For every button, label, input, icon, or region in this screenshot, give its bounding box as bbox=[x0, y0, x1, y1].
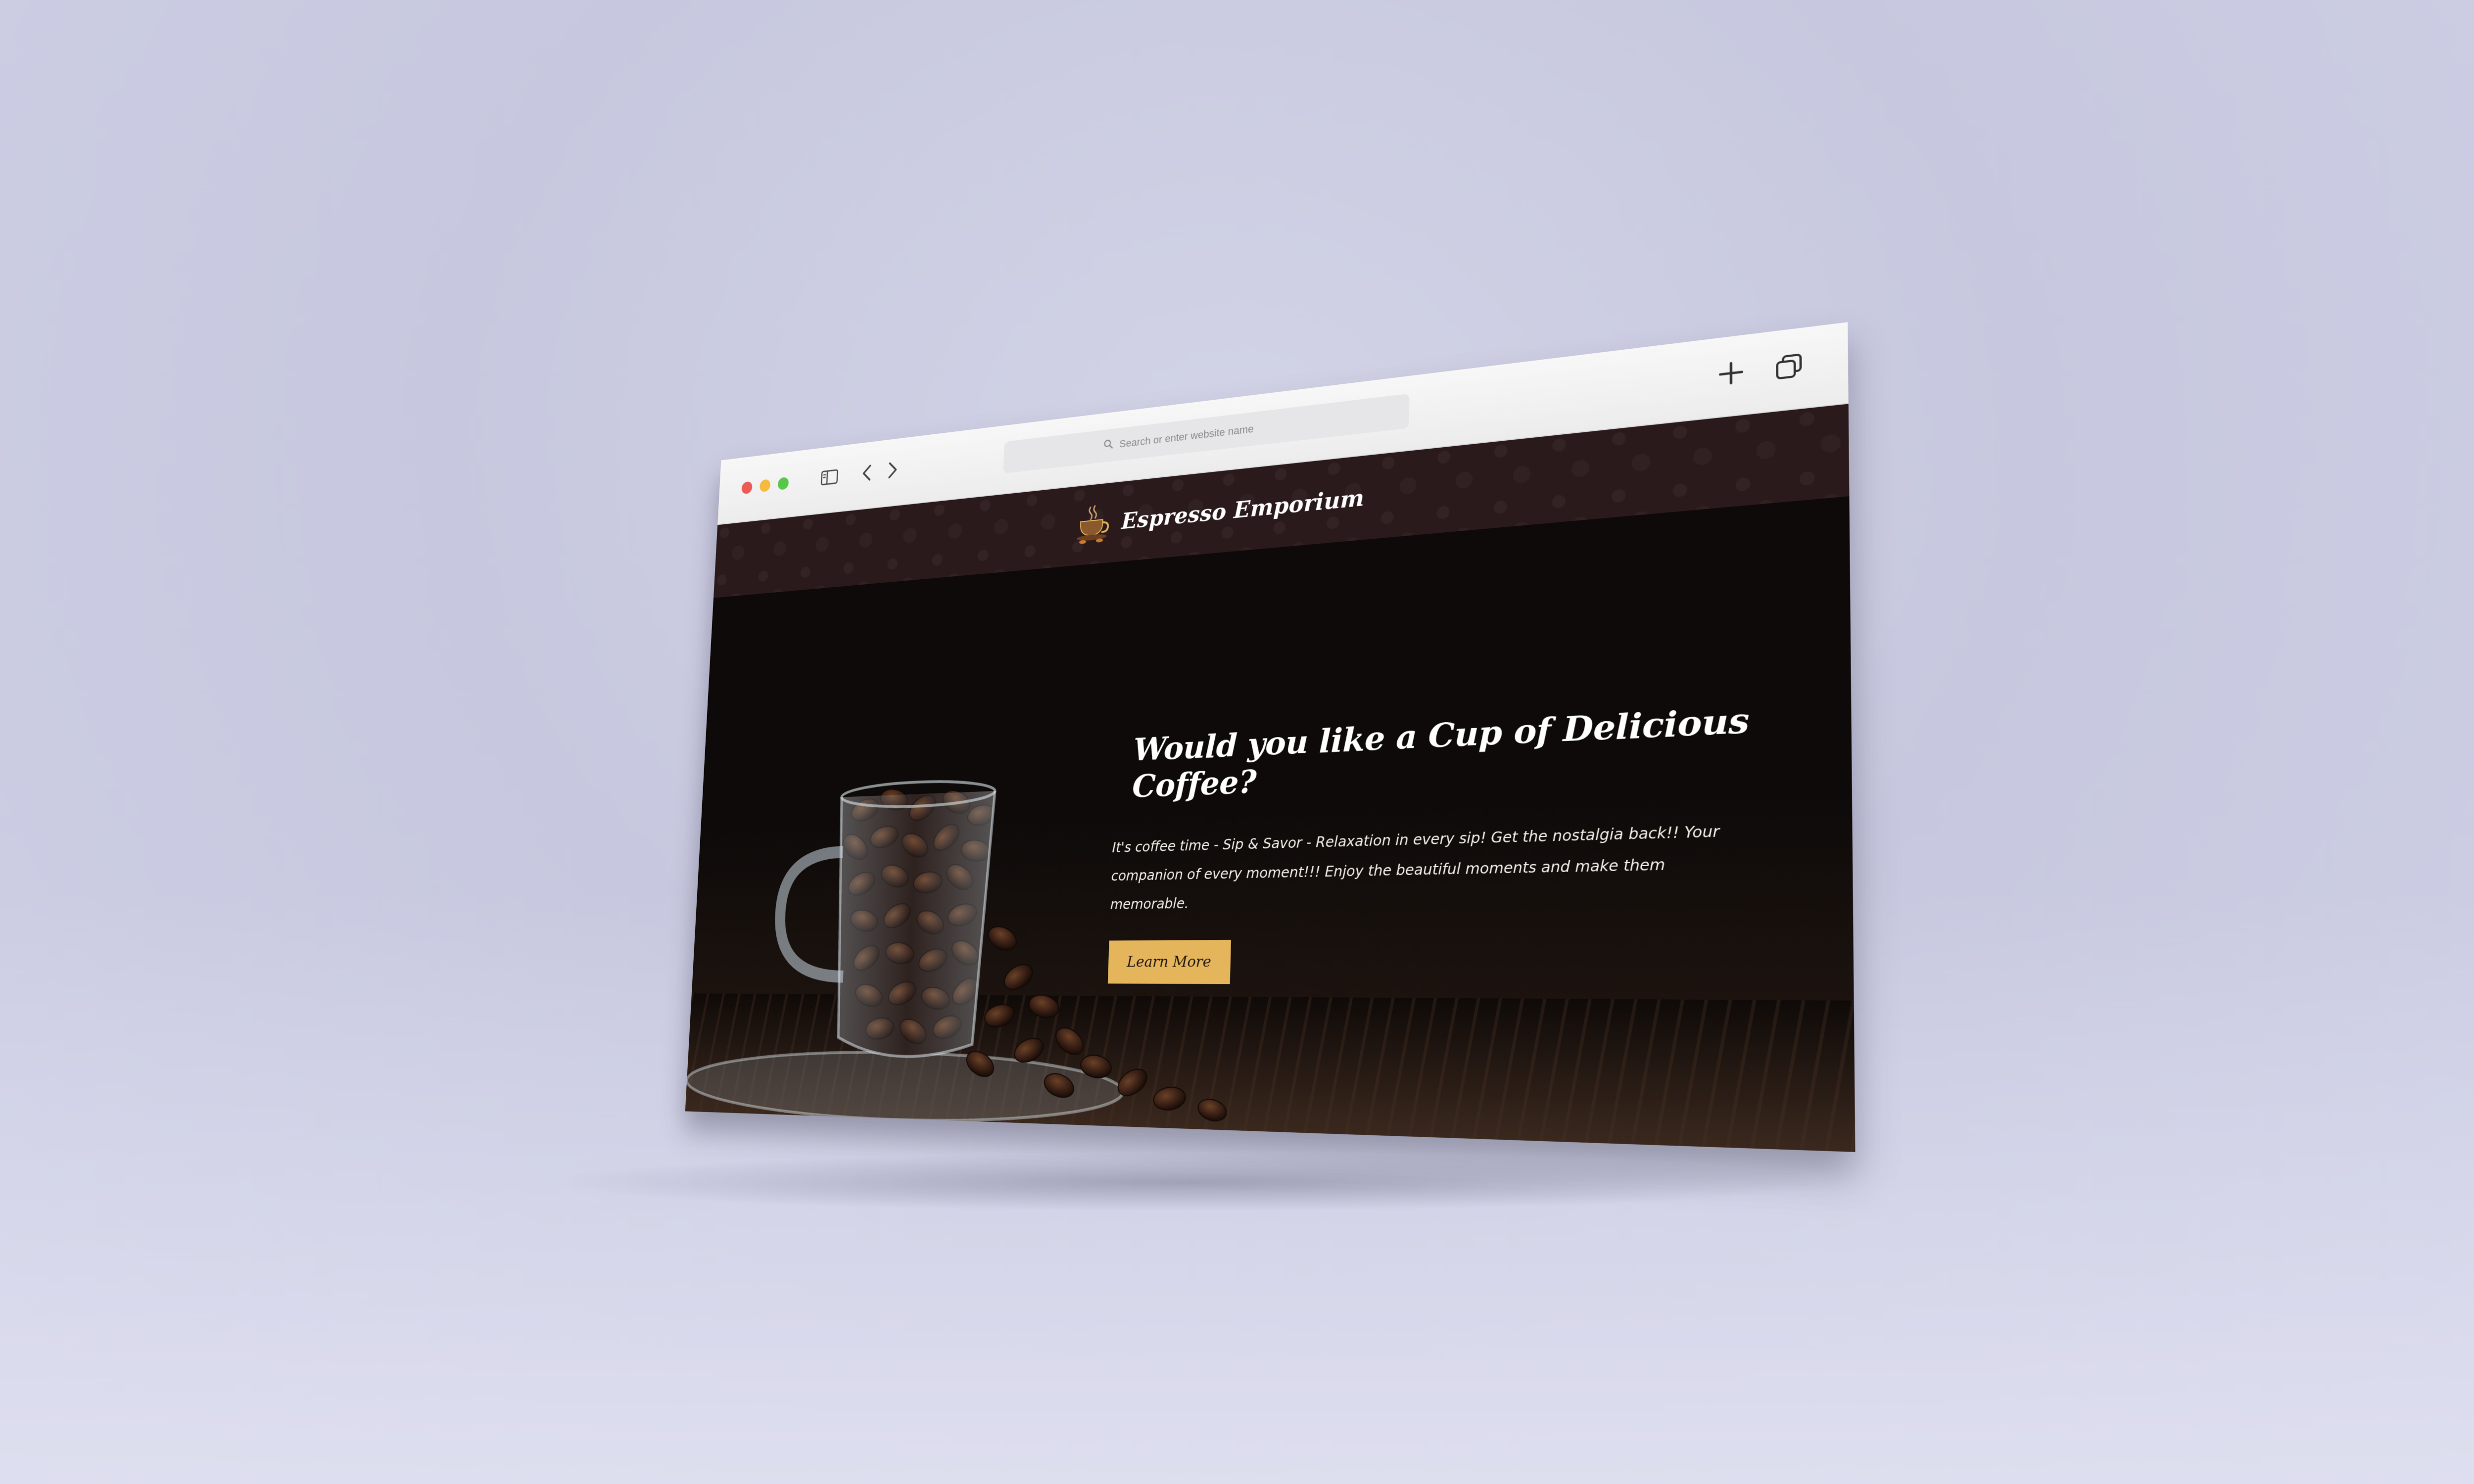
browser-window: Espresso Emporium bbox=[685, 322, 1856, 1152]
search-icon bbox=[1103, 438, 1114, 453]
hero-text-block: Would you like a Cup of Delicious Coffee… bbox=[1107, 697, 1805, 986]
brand-name[interactable]: Espresso Emporium bbox=[1121, 484, 1365, 534]
maximize-window-button[interactable] bbox=[777, 476, 789, 490]
hero-description: It's coffee time - Sip & Savor - Relaxat… bbox=[1110, 822, 1719, 913]
mockup-shadow bbox=[544, 1153, 1831, 1212]
hero-section: Would you like a Cup of Delicious Coffee… bbox=[685, 496, 1856, 1152]
learn-more-button[interactable]: Learn More bbox=[1107, 940, 1231, 984]
new-tab-icon[interactable] bbox=[1714, 355, 1749, 391]
mockup-stage: Espresso Emporium bbox=[0, 0, 2474, 1484]
address-input[interactable] bbox=[1118, 417, 1296, 451]
coffee-cup-logo-icon[interactable] bbox=[1072, 500, 1114, 549]
minimize-window-button[interactable] bbox=[759, 479, 771, 493]
website-viewport: Espresso Emporium Would you like a Cup o… bbox=[685, 404, 1856, 1152]
sidebar-icon[interactable] bbox=[817, 463, 842, 492]
forward-icon[interactable] bbox=[880, 455, 905, 484]
back-icon[interactable] bbox=[855, 459, 880, 488]
tabs-overview-icon[interactable] bbox=[1771, 349, 1807, 385]
close-window-button[interactable] bbox=[741, 481, 753, 495]
